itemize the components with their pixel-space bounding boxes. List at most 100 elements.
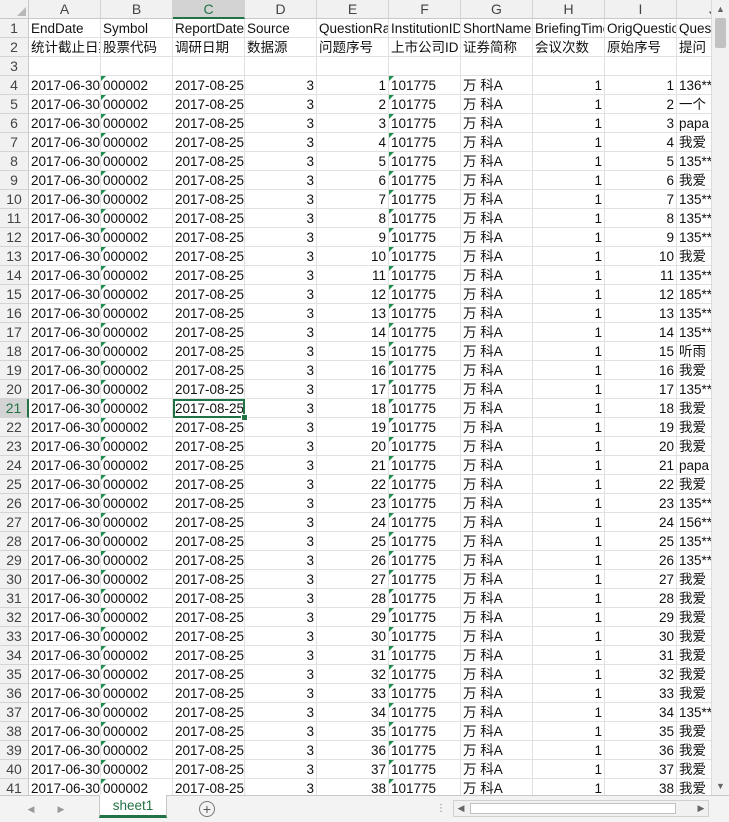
cell-d12[interactable]: 3 xyxy=(245,228,317,247)
cell-d36[interactable]: 3 xyxy=(245,684,317,703)
cell-b8[interactable]: 000002 xyxy=(101,152,173,171)
cell-f7[interactable]: 101775 xyxy=(389,133,461,152)
cell-b37[interactable]: 000002 xyxy=(101,703,173,722)
cell-h37[interactable]: 1 xyxy=(533,703,605,722)
cell-f21[interactable]: 101775 xyxy=(389,399,461,418)
cell-c41[interactable]: 2017-08-25 xyxy=(173,779,245,795)
cell-b12[interactable]: 000002 xyxy=(101,228,173,247)
cell-a27[interactable]: 2017-06-30 xyxy=(29,513,101,532)
cell-j10[interactable]: 135**** xyxy=(677,190,711,209)
cell-a17[interactable]: 2017-06-30 xyxy=(29,323,101,342)
row-header-31[interactable]: 31 xyxy=(0,589,29,608)
cell-e17[interactable]: 14 xyxy=(317,323,389,342)
cell-b25[interactable]: 000002 xyxy=(101,475,173,494)
cell-d3[interactable] xyxy=(245,57,317,76)
cell-d14[interactable]: 3 xyxy=(245,266,317,285)
cell-e30[interactable]: 27 xyxy=(317,570,389,589)
cell-f17[interactable]: 101775 xyxy=(389,323,461,342)
cell-h30[interactable]: 1 xyxy=(533,570,605,589)
cell-b34[interactable]: 000002 xyxy=(101,646,173,665)
cell-i29[interactable]: 26 xyxy=(605,551,677,570)
row-header-21[interactable]: 21 xyxy=(0,399,29,418)
cell-b5[interactable]: 000002 xyxy=(101,95,173,114)
cell-j17[interactable]: 135**** xyxy=(677,323,711,342)
cell-i30[interactable]: 27 xyxy=(605,570,677,589)
cell-c3[interactable] xyxy=(173,57,245,76)
cell-j41[interactable]: 我爱 xyxy=(677,779,711,795)
row-header-40[interactable]: 40 xyxy=(0,760,29,779)
cell-a35[interactable]: 2017-06-30 xyxy=(29,665,101,684)
cell-b41[interactable]: 000002 xyxy=(101,779,173,795)
cell-i5[interactable]: 2 xyxy=(605,95,677,114)
cell-e31[interactable]: 28 xyxy=(317,589,389,608)
row-header-27[interactable]: 27 xyxy=(0,513,29,532)
cell-h29[interactable]: 1 xyxy=(533,551,605,570)
cell-e15[interactable]: 12 xyxy=(317,285,389,304)
cell-c6[interactable]: 2017-08-25 xyxy=(173,114,245,133)
row-header-23[interactable]: 23 xyxy=(0,437,29,456)
cell-f27[interactable]: 101775 xyxy=(389,513,461,532)
cell-i12[interactable]: 9 xyxy=(605,228,677,247)
cell-j37[interactable]: 135**** xyxy=(677,703,711,722)
cell-h4[interactable]: 1 xyxy=(533,76,605,95)
cell-h6[interactable]: 1 xyxy=(533,114,605,133)
cell-f1[interactable]: InstitutionID xyxy=(389,19,461,38)
cell-a7[interactable]: 2017-06-30 xyxy=(29,133,101,152)
cell-h28[interactable]: 1 xyxy=(533,532,605,551)
column-header-a[interactable]: A xyxy=(29,0,101,19)
cell-d9[interactable]: 3 xyxy=(245,171,317,190)
cell-c39[interactable]: 2017-08-25 xyxy=(173,741,245,760)
cell-b21[interactable]: 000002 xyxy=(101,399,173,418)
row-header-18[interactable]: 18 xyxy=(0,342,29,361)
vertical-scrollbar[interactable]: ▲ ▼ xyxy=(711,0,729,795)
sheet-nav-prev-icon[interactable]: ◀ xyxy=(24,802,38,816)
cell-i9[interactable]: 6 xyxy=(605,171,677,190)
cell-e38[interactable]: 35 xyxy=(317,722,389,741)
cell-a15[interactable]: 2017-06-30 xyxy=(29,285,101,304)
cell-f28[interactable]: 101775 xyxy=(389,532,461,551)
cell-j7[interactable]: 我爱 xyxy=(677,133,711,152)
cell-i34[interactable]: 31 xyxy=(605,646,677,665)
row-header-11[interactable]: 11 xyxy=(0,209,29,228)
cell-i6[interactable]: 3 xyxy=(605,114,677,133)
cell-g26[interactable]: 万 科A xyxy=(461,494,533,513)
cell-h18[interactable]: 1 xyxy=(533,342,605,361)
cell-h34[interactable]: 1 xyxy=(533,646,605,665)
vertical-scroll-thumb[interactable] xyxy=(715,18,726,48)
cell-b33[interactable]: 000002 xyxy=(101,627,173,646)
cell-e8[interactable]: 5 xyxy=(317,152,389,171)
row-header-24[interactable]: 24 xyxy=(0,456,29,475)
cell-b4[interactable]: 000002 xyxy=(101,76,173,95)
cell-a36[interactable]: 2017-06-30 xyxy=(29,684,101,703)
cell-e4[interactable]: 1 xyxy=(317,76,389,95)
cell-b28[interactable]: 000002 xyxy=(101,532,173,551)
cell-d1[interactable]: Source xyxy=(245,19,317,38)
cell-d7[interactable]: 3 xyxy=(245,133,317,152)
cell-b9[interactable]: 000002 xyxy=(101,171,173,190)
cell-c37[interactable]: 2017-08-25 xyxy=(173,703,245,722)
cell-e6[interactable]: 3 xyxy=(317,114,389,133)
cell-g1[interactable]: ShortName xyxy=(461,19,533,38)
cell-b38[interactable]: 000002 xyxy=(101,722,173,741)
cell-j12[interactable]: 135**** xyxy=(677,228,711,247)
horizontal-scrollbar[interactable]: ◀ ▶ xyxy=(453,800,709,817)
cell-d27[interactable]: 3 xyxy=(245,513,317,532)
cell-g35[interactable]: 万 科A xyxy=(461,665,533,684)
cell-i27[interactable]: 24 xyxy=(605,513,677,532)
cell-f20[interactable]: 101775 xyxy=(389,380,461,399)
cell-c40[interactable]: 2017-08-25 xyxy=(173,760,245,779)
row-header-26[interactable]: 26 xyxy=(0,494,29,513)
cell-i13[interactable]: 10 xyxy=(605,247,677,266)
cell-b15[interactable]: 000002 xyxy=(101,285,173,304)
cell-c14[interactable]: 2017-08-25 xyxy=(173,266,245,285)
cell-a32[interactable]: 2017-06-30 xyxy=(29,608,101,627)
cell-f35[interactable]: 101775 xyxy=(389,665,461,684)
cell-j1[interactable]: Question xyxy=(677,19,711,38)
row-header-17[interactable]: 17 xyxy=(0,323,29,342)
cell-i3[interactable] xyxy=(605,57,677,76)
cell-e18[interactable]: 15 xyxy=(317,342,389,361)
cell-i26[interactable]: 23 xyxy=(605,494,677,513)
cell-e23[interactable]: 20 xyxy=(317,437,389,456)
row-header-2[interactable]: 2 xyxy=(0,38,29,57)
cell-a38[interactable]: 2017-06-30 xyxy=(29,722,101,741)
